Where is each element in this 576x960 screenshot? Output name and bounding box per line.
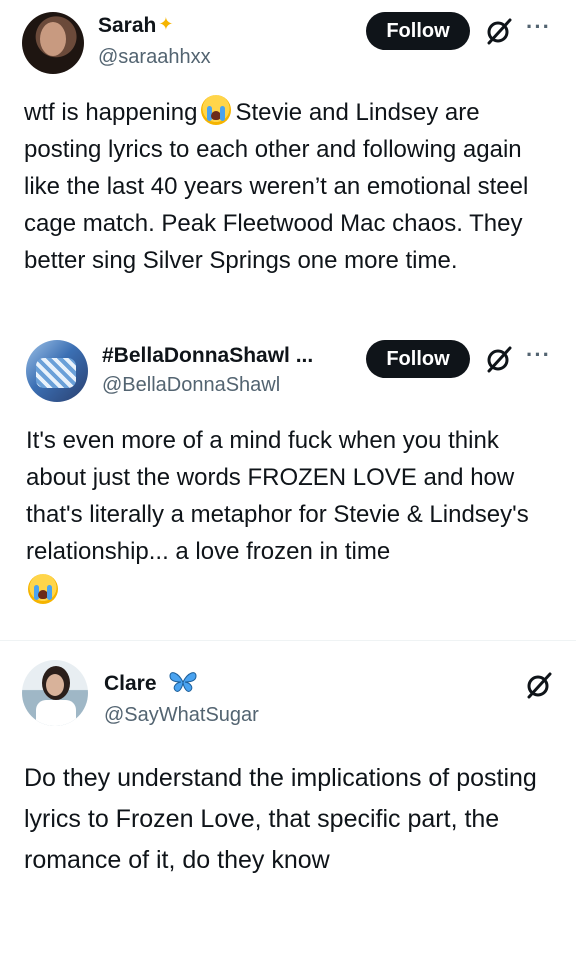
post-belladonnashawl[interactable]: #BellaDonnaShawl ... @BellaDonnaShawl Fo…: [0, 332, 576, 632]
avatar-clare[interactable]: [22, 660, 88, 726]
butterfly-icon: [169, 672, 197, 692]
post-body: wtf is happening Stevie and Lindsey are p…: [24, 94, 560, 279]
author-handle[interactable]: @saraahhxx: [98, 46, 211, 69]
follow-button[interactable]: Follow: [366, 340, 470, 378]
avatar-shawl: [36, 358, 76, 388]
grok-icon[interactable]: [524, 670, 554, 700]
more-icon[interactable]: ···: [526, 14, 551, 40]
author-name[interactable]: Sarah ✦: [98, 14, 173, 38]
loudly-crying-face-icon: [201, 95, 232, 125]
post-body: It's even more of a mind fuck when you t…: [26, 422, 562, 570]
author-name-text: Clare: [104, 672, 157, 695]
post-sarah[interactable]: Sarah ✦ @saraahhxx Follow ··· wtf is happ…: [0, 0, 576, 330]
post-body-text: Do they understand the implications of p…: [24, 764, 537, 874]
author-name[interactable]: Clare: [104, 670, 198, 696]
loudly-crying-face-icon: [28, 574, 58, 604]
author-handle[interactable]: @SayWhatSugar: [104, 704, 259, 727]
sparkle-star-icon: ✦: [158, 14, 174, 34]
grok-icon[interactable]: [484, 344, 514, 374]
avatar-face: [46, 674, 64, 696]
author-name[interactable]: #BellaDonnaShawl ...: [102, 344, 313, 368]
post-body-part-1: wtf is happening: [24, 99, 198, 126]
avatar-face: [40, 22, 66, 56]
avatar-top: [36, 700, 76, 726]
more-icon[interactable]: ···: [526, 342, 551, 368]
post-clare[interactable]: Clare @SayWhatSugar Do they understand t…: [0, 648, 576, 960]
author-handle[interactable]: @BellaDonnaShawl: [102, 374, 280, 397]
avatar-sarah[interactable]: [22, 12, 84, 74]
post-divider: [0, 640, 576, 641]
post-body-text: It's even more of a mind fuck when you t…: [26, 427, 529, 565]
post-body: Do they understand the implications of p…: [24, 758, 564, 881]
grok-icon[interactable]: [484, 16, 514, 46]
follow-button[interactable]: Follow: [366, 12, 470, 50]
author-name-text: Sarah: [98, 14, 157, 37]
avatar-belladonnashawl[interactable]: [26, 340, 88, 402]
